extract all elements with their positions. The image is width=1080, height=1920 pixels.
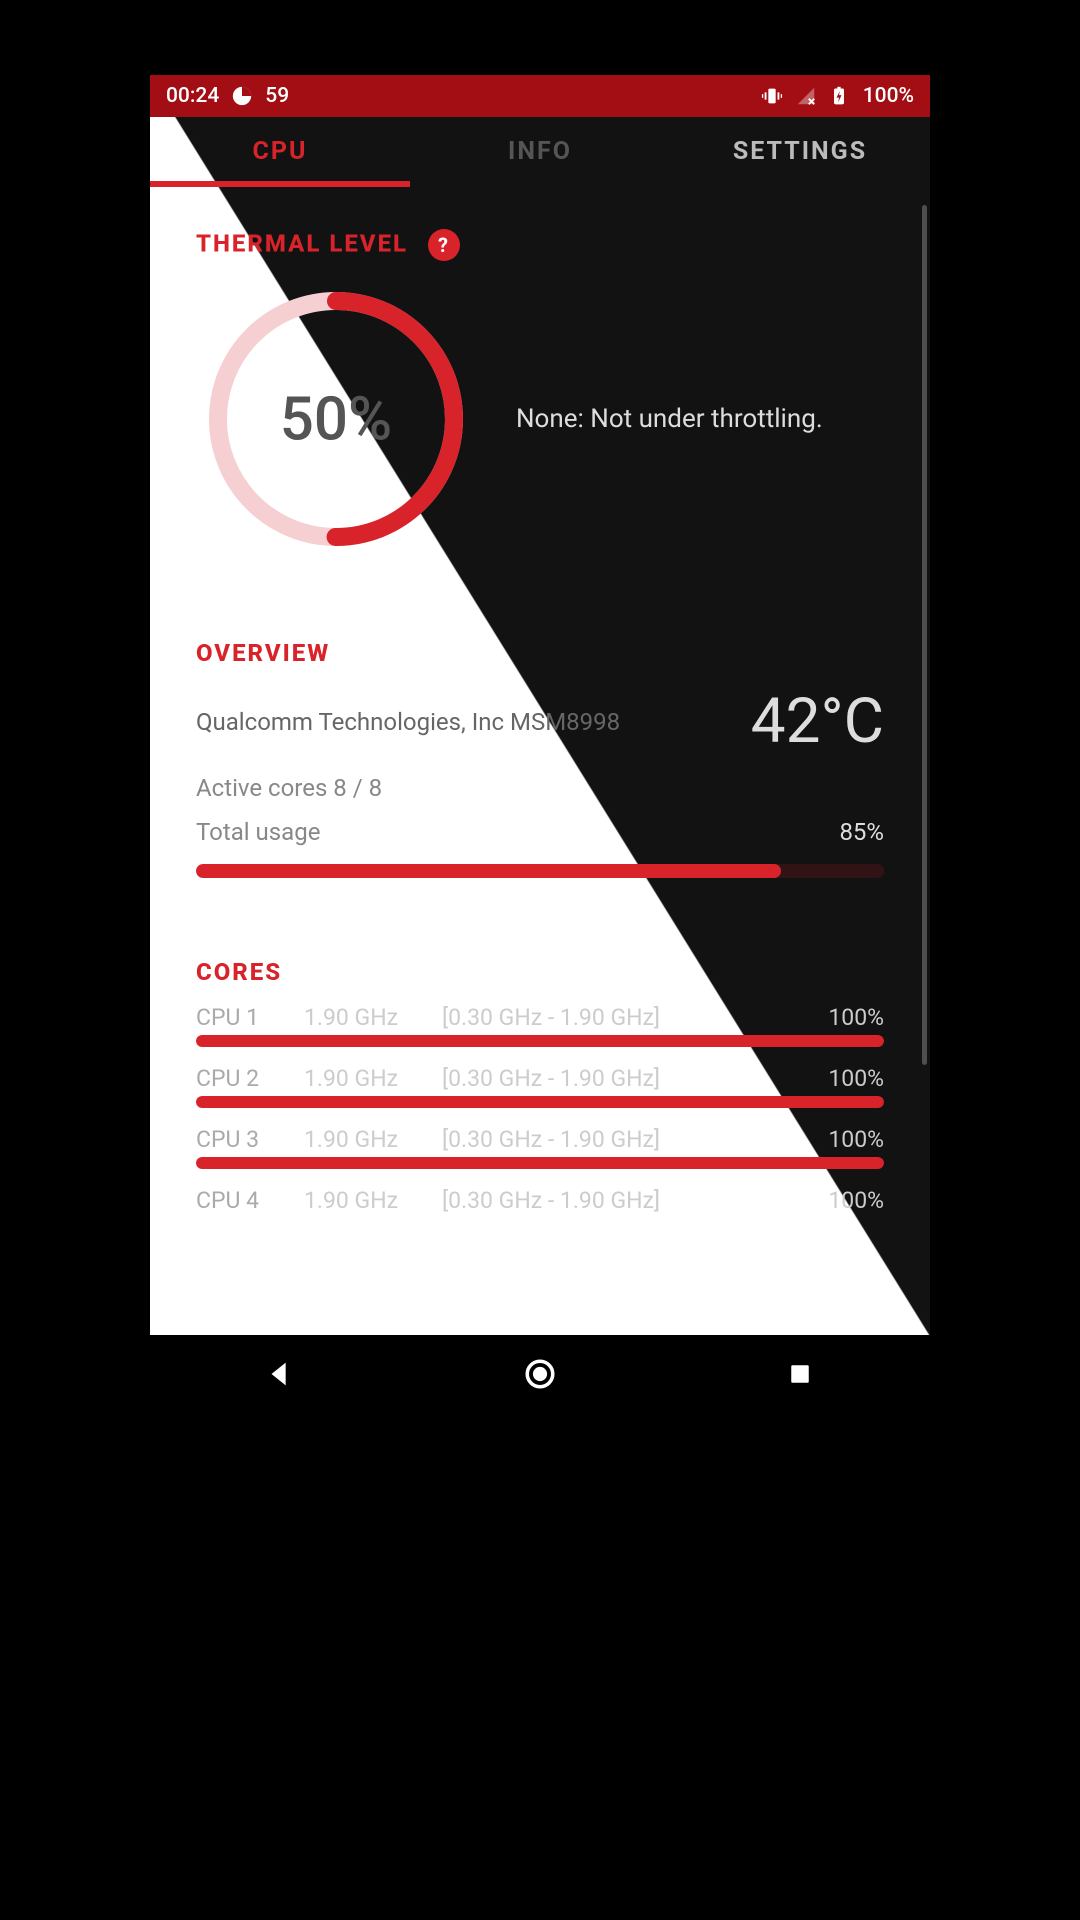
core-range: [0.30 GHz - 1.90 GHz] — [442, 1004, 786, 1031]
tab-info[interactable]: INFO — [410, 117, 670, 186]
core-percent: 100% — [804, 1126, 884, 1153]
vibrate-icon — [761, 85, 783, 107]
notification-count: 59 — [265, 84, 289, 108]
nav-home-button[interactable] — [480, 1344, 600, 1404]
app-icon — [231, 85, 253, 107]
help-icon[interactable]: ? — [428, 229, 460, 261]
thermal-status-text: None: Not under throttling. — [516, 404, 823, 434]
tab-settings[interactable]: SETTINGS — [670, 117, 930, 186]
thermal-percent: 50% — [280, 384, 392, 455]
core-row: CPU 2 1.90 GHz [0.30 GHz - 1.90 GHz] 100… — [196, 1065, 884, 1092]
content-scroll[interactable]: THERMAL LEVEL ? 50% None: Not under thro… — [150, 187, 930, 1240]
core-freq: 1.90 GHz — [304, 1187, 424, 1214]
thermal-title-text: THERMAL LEVEL — [196, 229, 408, 257]
core-freq: 1.90 GHz — [304, 1126, 424, 1153]
screen: 00:24 59 100% CPU — [150, 75, 930, 1335]
card-cores: CORES CPU 1 1.90 GHz [0.30 GHz - 1.90 GH… — [168, 932, 912, 1240]
system-nav-bar — [150, 1335, 930, 1413]
tab-bar: CPU INFO SETTINGS — [150, 117, 930, 187]
core-name: CPU 1 — [196, 1004, 286, 1031]
core-range: [0.30 GHz - 1.90 GHz] — [442, 1187, 786, 1214]
total-usage-label: Total usage — [196, 818, 320, 846]
chip-name: Qualcomm Technologies, Inc MSM8998 — [196, 708, 620, 736]
battery-percent: 100% — [863, 84, 914, 108]
core-row: CPU 1 1.90 GHz [0.30 GHz - 1.90 GHz] 100… — [196, 1004, 884, 1031]
core-percent: 100% — [804, 1004, 884, 1031]
signal-none-icon — [795, 85, 817, 107]
core-name: CPU 3 — [196, 1126, 286, 1153]
card-overview: OVERVIEW Qualcomm Technologies, Inc MSM8… — [168, 613, 912, 904]
bezel-top — [150, 0, 930, 75]
core-range: [0.30 GHz - 1.90 GHz] — [442, 1065, 786, 1092]
core-usage-bar — [196, 1157, 884, 1169]
core-percent: 100% — [804, 1065, 884, 1092]
cpu-temperature: 42°C — [751, 685, 884, 758]
phone-frame: 00:24 59 100% CPU — [130, 0, 950, 1413]
overview-title: OVERVIEW — [196, 639, 884, 667]
core-row: CPU 4 1.90 GHz [0.30 GHz - 1.90 GHz] 100… — [196, 1187, 884, 1214]
core-freq: 1.90 GHz — [304, 1065, 424, 1092]
clock: 00:24 — [166, 84, 219, 108]
core-freq: 1.90 GHz — [304, 1004, 424, 1031]
battery-charging-icon — [829, 85, 851, 107]
tab-cpu[interactable]: CPU — [150, 117, 410, 186]
thermal-title: THERMAL LEVEL ? — [196, 229, 884, 261]
total-usage-bar — [196, 864, 884, 878]
nav-recents-button[interactable] — [740, 1344, 860, 1404]
active-cores: Active cores 8 / 8 — [196, 774, 884, 802]
card-thermal: THERMAL LEVEL ? 50% None: Not under thro… — [168, 203, 912, 585]
core-name: CPU 4 — [196, 1187, 286, 1214]
nav-back-button[interactable] — [220, 1344, 340, 1404]
scrollbar[interactable] — [922, 205, 927, 1065]
total-usage-percent: 85% — [839, 818, 884, 846]
core-percent: 100% — [804, 1187, 884, 1214]
core-usage-bar — [196, 1096, 884, 1108]
core-usage-bar — [196, 1035, 884, 1047]
core-name: CPU 2 — [196, 1065, 286, 1092]
status-bar: 00:24 59 100% — [150, 75, 930, 117]
core-range: [0.30 GHz - 1.90 GHz] — [442, 1126, 786, 1153]
cores-title: CORES — [196, 958, 884, 986]
core-row: CPU 3 1.90 GHz [0.30 GHz - 1.90 GHz] 100… — [196, 1126, 884, 1153]
thermal-gauge: 50% — [196, 279, 476, 559]
